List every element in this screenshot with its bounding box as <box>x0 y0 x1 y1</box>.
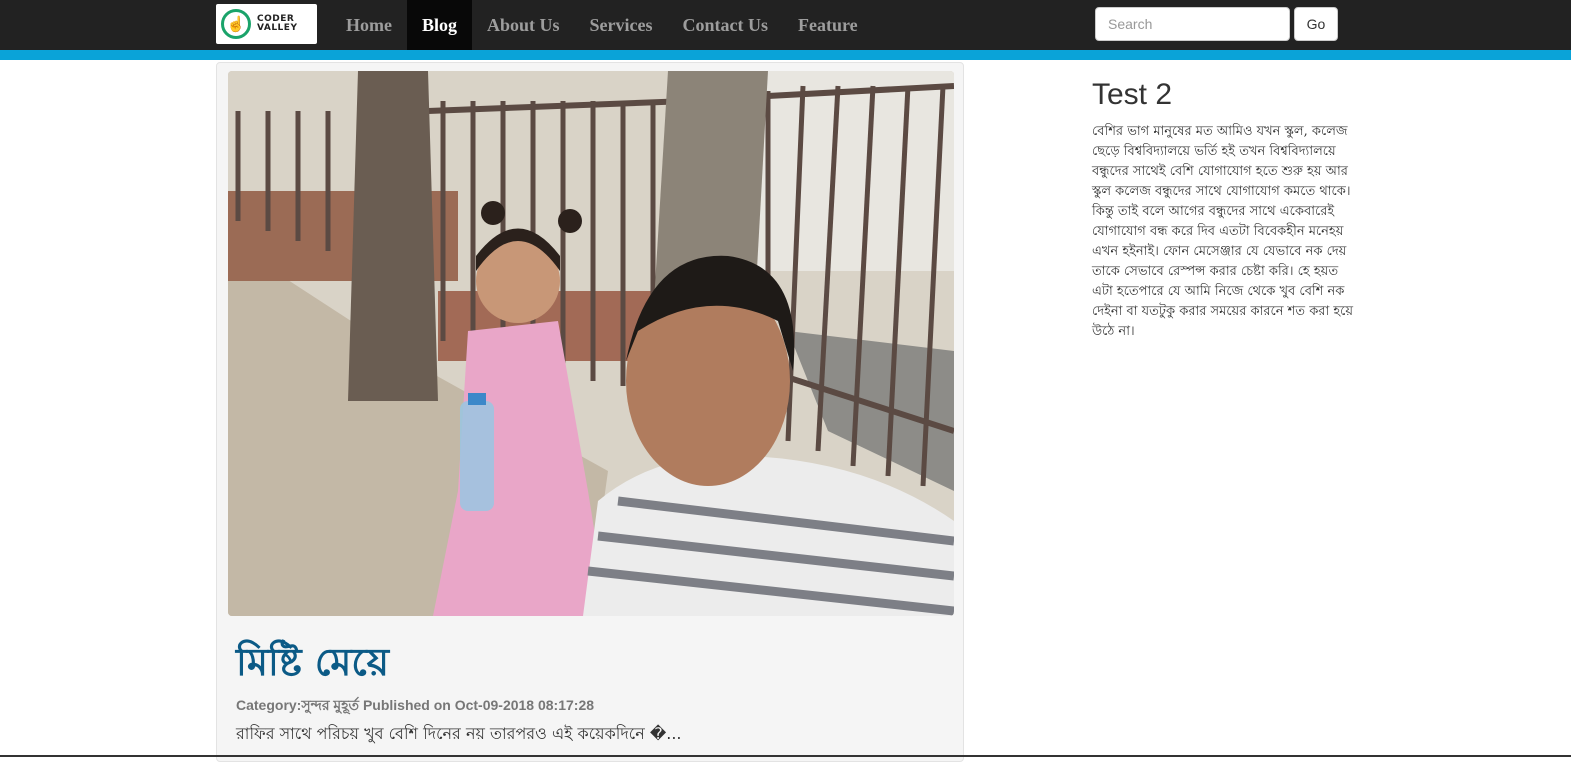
search-input[interactable] <box>1095 7 1290 41</box>
nav-item-feature[interactable]: Feature <box>783 0 873 50</box>
sidebar-title: Test 2 <box>1092 78 1173 111</box>
navbar: ☝ CODER VALLEY Home Blog About Us Servic… <box>0 0 1571 50</box>
post-title[interactable]: মিষ্টি মেয়ে <box>236 639 389 685</box>
post-excerpt: রাফির সাথে পরিচয় খুব বেশি দিনের নয় তার… <box>236 724 682 743</box>
logo-text-line2: VALLEY <box>257 23 298 33</box>
nav-item-contact-us[interactable]: Contact Us <box>668 0 784 50</box>
logo-text: CODER VALLEY <box>257 15 297 33</box>
sidebar-text: বেশির ভাগ মানুষের মত আমিও যখন স্কুল, কলে… <box>1092 124 1354 339</box>
hand-pointer-icon: ☝ <box>221 9 251 39</box>
nav-item-about-us[interactable]: About Us <box>472 0 575 50</box>
post-image[interactable] <box>228 71 954 616</box>
blog-post-card: মিষ্টি মেয়ে Category:সুন্দর মুহূর্ত Pub… <box>216 62 964 762</box>
nav-item-services[interactable]: Services <box>575 0 668 50</box>
navbar-accent-bar <box>0 50 1571 60</box>
nav-item-blog[interactable]: Blog <box>406 0 472 50</box>
search-go-button[interactable]: Go <box>1294 7 1338 41</box>
nav-item-home[interactable]: Home <box>331 0 407 50</box>
post-meta: Category:সুন্দর মুহূর্ত Published on Oct… <box>236 697 595 713</box>
logo[interactable]: ☝ CODER VALLEY <box>216 4 317 44</box>
nav-menu: Home Blog About Us Services Contact Us F… <box>331 0 873 50</box>
